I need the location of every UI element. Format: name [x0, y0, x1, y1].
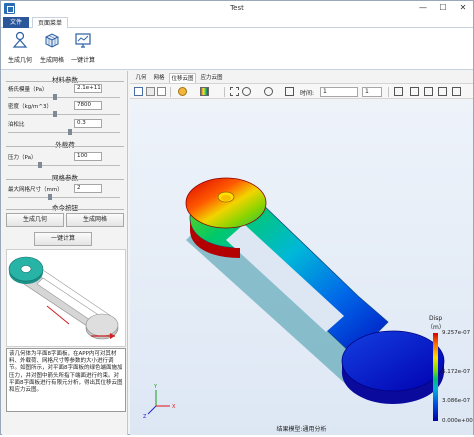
time-label: 时间: [300, 90, 315, 97]
window-title: Test [230, 4, 244, 12]
time-select[interactable]: 1 [320, 87, 358, 97]
slider-thumb[interactable] [68, 129, 72, 135]
poisson-ratio-label: 泊松比 [8, 122, 25, 128]
legend-tick-label: 3.086e-07 [442, 398, 471, 404]
poisson-ratio-slider[interactable] [8, 129, 120, 135]
close-button[interactable]: ✕ [455, 2, 471, 14]
title-bar: Test — ☐ ✕ [1, 1, 473, 16]
one-click-compute-button[interactable]: 一键计算 [34, 232, 92, 246]
legend-tick-label: 9.257e-07 [442, 330, 471, 336]
density-slider[interactable] [8, 111, 120, 117]
youngs-modulus-label: 杨氏模量（Pa） [8, 87, 48, 93]
generate-mesh-button[interactable]: 生成网格 [66, 213, 124, 227]
divider [6, 81, 124, 82]
view-cube-icon[interactable] [146, 87, 155, 96]
camera-icon[interactable] [134, 87, 143, 96]
color-legend-bar [433, 333, 438, 421]
commands-section-title: 命令按钮 [52, 204, 78, 212]
view-toolbar: 时间: 1 1 [130, 83, 473, 99]
animation-icon[interactable] [394, 87, 403, 96]
first-frame-icon[interactable] [410, 87, 419, 96]
max-mesh-size-label: 最大网格尺寸（mm） [8, 187, 63, 193]
menu-bar: 文件 页面菜单 [1, 16, 473, 28]
ribbon-generate-geometry-button[interactable]: 生成几何 [5, 31, 35, 67]
tab-mesh[interactable]: 网格 [151, 73, 167, 83]
separator [388, 87, 389, 97]
axis-triad-icon: X Y Z [143, 384, 176, 420]
description-text: 该几何体为平面8字面板，在APP内可对其材料、外载荷、网格尺寸等参数的大小进行调… [6, 348, 126, 412]
maximize-button[interactable]: ☐ [435, 2, 451, 14]
result-view-panel: 几何 网格 位移云图 应力云图 时间: 1 1 X Y Z Disp （m） 9… [130, 71, 473, 435]
tab-geometry[interactable]: 几何 [133, 73, 149, 83]
geometry-preview-image [6, 249, 126, 347]
ribbon-label: 一键计算 [70, 57, 95, 64]
divider [6, 209, 124, 210]
zoom-icon[interactable] [264, 87, 273, 96]
ribbon-generate-mesh-button[interactable]: 生成网格 [37, 31, 67, 67]
previous-frame-icon[interactable] [424, 87, 433, 96]
color-map-icon[interactable] [200, 87, 209, 96]
3d-viewport[interactable]: X Y Z Disp （m） 9.257e-07 6.172e-07 3.086… [130, 100, 473, 435]
pan-icon[interactable] [285, 87, 294, 96]
svg-text:Z: Z [143, 414, 147, 420]
divider [6, 179, 124, 180]
fit-view-icon[interactable] [230, 87, 239, 96]
pressure-input[interactable]: 100 [74, 152, 102, 161]
wireframe-icon[interactable] [157, 87, 166, 96]
slider-thumb[interactable] [53, 94, 57, 100]
mesh-size-slider[interactable] [8, 194, 120, 200]
mesh-cube-icon [45, 33, 59, 48]
material-section-title: 材料参数 [52, 76, 78, 84]
minimize-button[interactable]: — [415, 2, 431, 14]
geometry-icon [12, 31, 28, 48]
rotate-icon[interactable] [242, 87, 251, 96]
app-window: Test — ☐ ✕ 文件 页面菜单 生成几何 生成网格 一键计算 材料参数 杨… [0, 0, 474, 435]
slider-thumb[interactable] [48, 194, 52, 200]
next-frame-icon[interactable] [438, 87, 447, 96]
divider [6, 146, 124, 147]
slider-thumb[interactable] [53, 111, 57, 117]
mesh-section-title: 网格参数 [52, 174, 78, 182]
legend-title: Disp [429, 315, 443, 322]
view-tabs: 几何 网格 位移云图 应力云图 [130, 73, 473, 83]
generate-geometry-button[interactable]: 生成几何 [6, 213, 64, 227]
svg-text:X: X [172, 404, 176, 410]
separator [224, 87, 225, 97]
max-mesh-size-input[interactable]: 2 [74, 184, 102, 193]
tab-stress[interactable]: 应力云图 [198, 73, 225, 83]
poisson-ratio-input[interactable]: 0.3 [74, 119, 102, 128]
separator [170, 87, 171, 97]
density-label: 密度（kg/m^3） [8, 104, 52, 110]
ribbon-compute-button[interactable]: 一键计算 [68, 31, 98, 67]
tab-page-menu[interactable]: 页面菜单 [32, 17, 68, 28]
ribbon: 生成几何 生成网格 一键计算 [1, 28, 473, 70]
parameter-panel: 材料参数 杨氏模量（Pa） 2.1e+11 密度（kg/m^3） 7800 泊松… [2, 71, 128, 435]
displacement-contour-model: X Y Z [143, 177, 445, 420]
figure-8-plate-illustration [7, 250, 125, 346]
density-input[interactable]: 7800 [74, 101, 102, 110]
last-frame-icon[interactable] [452, 87, 461, 96]
slider-thumb[interactable] [38, 162, 42, 168]
ribbon-label: 生成网格 [39, 57, 64, 64]
ribbon-label: 生成几何 [7, 57, 32, 64]
tab-displacement[interactable]: 位移云图 [169, 73, 196, 83]
monitor-icon [75, 33, 91, 48]
legend-tick-label: 6.172e-07 [442, 369, 471, 375]
tab-file[interactable]: 文件 [3, 17, 29, 28]
step-spinner[interactable]: 1 [362, 87, 382, 97]
display-mode-icon[interactable] [178, 87, 187, 96]
pressure-label: 压力（Pa） [8, 155, 37, 161]
load-section-title: 外载荷 [55, 141, 75, 149]
svg-text:Y: Y [153, 384, 158, 390]
youngs-modulus-input[interactable]: 2.1e+11 [74, 84, 102, 93]
result-model-caption: 结果模型:通用分析 [276, 426, 327, 433]
pressure-slider[interactable] [8, 162, 120, 168]
youngs-modulus-slider[interactable] [8, 94, 120, 100]
